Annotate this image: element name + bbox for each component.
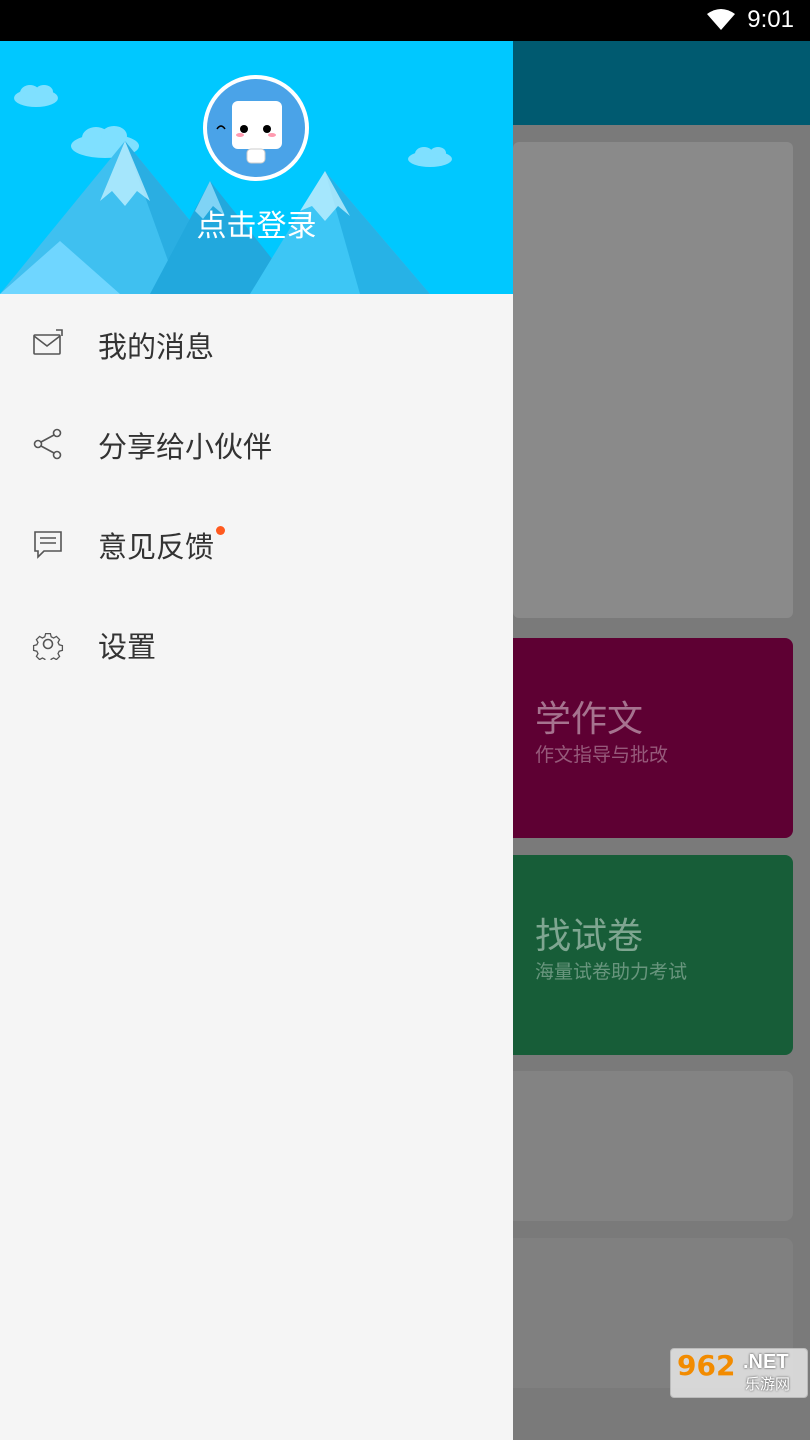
watermark-domain: .NET [743,1351,789,1373]
menu-item-label: 意见反馈 [98,524,226,566]
watermark-name: 乐游网 [745,1375,791,1393]
status-time: 9:01 [747,6,794,33]
card-title: 找试卷 [535,916,644,957]
card-subtitle: 海量试卷助力考试 [535,961,688,983]
menu-item-settings[interactable]: 设置 [0,594,513,694]
menu-item-feedback[interactable]: 意见反馈 [0,494,513,594]
drawer-header: 点击登录 [0,41,513,294]
navigation-drawer: 点击登录 我的消息 分享给小伙伴 意见反馈 设置 [0,41,513,1440]
gear-icon [32,628,64,664]
wifi-icon [706,9,736,35]
watermark-brand: 962 [677,1349,736,1382]
avatar-illustration [207,79,305,177]
menu-item-label: 分享给小伙伴 [98,430,273,464]
mail-icon [32,328,64,360]
card-composition: 学作文 作文指导与批改 [513,638,793,838]
menu-item-share[interactable]: 分享给小伙伴 [0,394,513,494]
card-placeholder [513,1071,793,1221]
menu-item-label: 设置 [98,630,157,664]
drawer-menu: 我的消息 分享给小伙伴 意见反馈 设置 [0,294,513,694]
menu-item-text: 意见反馈 [98,530,215,564]
share-icon [32,428,64,460]
banner [513,142,793,618]
watermark-logo: 962 .NET 乐游网 [670,1348,808,1398]
card-title: 学作文 [535,699,644,740]
card-exam: 找试卷 海量试卷助力考试 [513,855,793,1055]
menu-item-label: 我的消息 [98,330,215,364]
login-link[interactable]: 点击登录 [0,201,513,245]
menu-item-messages[interactable]: 我的消息 [0,294,513,394]
feedback-icon [32,528,64,560]
card-subtitle: 作文指导与批改 [535,744,669,766]
notification-dot [216,526,226,535]
avatar[interactable] [203,75,309,181]
status-bar: 9:01 [0,0,810,41]
